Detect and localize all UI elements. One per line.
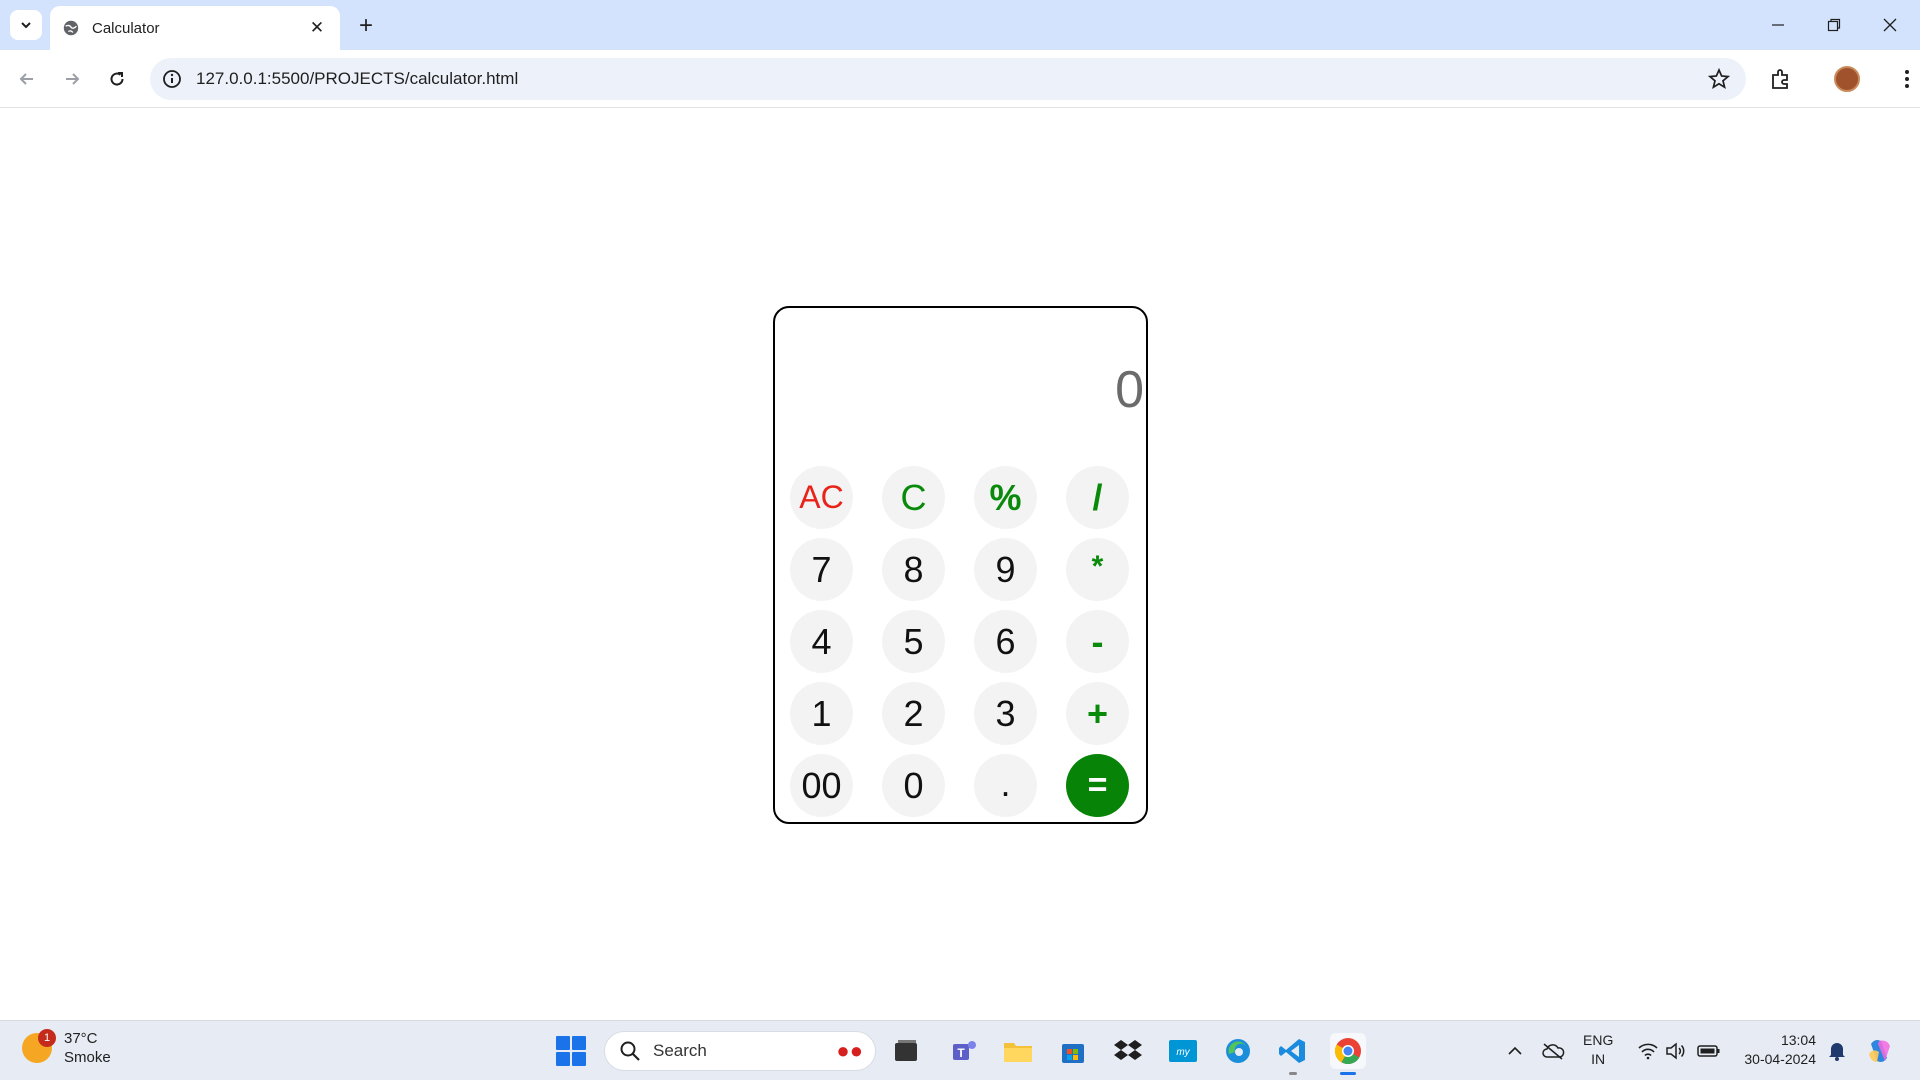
forward-button[interactable] xyxy=(55,62,89,96)
volume-icon[interactable] xyxy=(1662,1021,1690,1081)
windows-start-icon[interactable] xyxy=(556,1036,586,1066)
taskbar-search[interactable]: Search ●● xyxy=(604,1031,876,1071)
url-text[interactable]: 127.0.0.1:5500/PROJECTS/calculator.html xyxy=(196,69,518,89)
profile-avatar[interactable] xyxy=(1834,66,1860,92)
reload-icon xyxy=(110,72,124,86)
globe-icon xyxy=(63,20,79,36)
onedrive-offline-icon[interactable] xyxy=(1538,1021,1568,1081)
back-button[interactable] xyxy=(10,62,44,96)
percent-button[interactable]: % xyxy=(974,466,1037,529)
strawberry-icon: ●● xyxy=(836,1038,863,1063)
microsoft-store-icon[interactable] xyxy=(1055,1033,1091,1069)
minimize-icon xyxy=(1772,24,1784,26)
myhp-icon[interactable]: my xyxy=(1165,1033,1201,1069)
site-info-icon[interactable] xyxy=(162,69,182,89)
clock-date: 30-04-2024 xyxy=(1744,1051,1816,1067)
tab-title: Calculator xyxy=(92,19,160,37)
bookmark-star-icon[interactable] xyxy=(1708,68,1730,90)
windows-taskbar: 1 37°C Smoke Search ●● T my ENG IN 13:04… xyxy=(0,1020,1920,1080)
minus-button[interactable]: - xyxy=(1066,610,1129,673)
digit-2-button[interactable]: 2 xyxy=(882,682,945,745)
divide-button[interactable]: / xyxy=(1066,466,1129,529)
digit-8-button[interactable]: 8 xyxy=(882,538,945,601)
browser-toolbar: 127.0.0.1:5500/PROJECTS/calculator.html xyxy=(0,50,1920,108)
digit-7-button[interactable]: 7 xyxy=(790,538,853,601)
decimal-point-button[interactable]: . xyxy=(974,754,1037,817)
weather-temperature: 37°C xyxy=(64,1030,98,1047)
svg-text:my: my xyxy=(1176,1047,1190,1058)
double-zero-button[interactable]: 00 xyxy=(790,754,853,817)
digit-3-button[interactable]: 3 xyxy=(974,682,1037,745)
restore-button[interactable] xyxy=(1806,0,1862,50)
region-code: IN xyxy=(1591,1051,1606,1067)
chrome-icon[interactable] xyxy=(1330,1033,1366,1075)
svg-text:T: T xyxy=(957,1046,965,1060)
tab-search-button[interactable] xyxy=(10,10,42,40)
browser-tab[interactable]: Calculator ✕ xyxy=(50,6,340,50)
digit-5-button[interactable]: 5 xyxy=(882,610,945,673)
wifi-icon[interactable] xyxy=(1634,1021,1662,1081)
language-code: ENG xyxy=(1583,1032,1614,1048)
arrow-left-icon xyxy=(19,73,33,85)
notification-bell-icon[interactable] xyxy=(1822,1021,1852,1081)
notification-badge: 1 xyxy=(38,1029,56,1047)
search-label: Search xyxy=(653,1041,707,1060)
weather-widget[interactable]: 1 37°C Smoke xyxy=(22,1029,111,1067)
multiply-button[interactable]: * xyxy=(1066,538,1129,601)
file-explorer-icon[interactable] xyxy=(1000,1033,1036,1069)
calculator-display: 0 xyxy=(1115,361,1144,419)
digit-0-button[interactable]: 0 xyxy=(882,754,945,817)
vscode-icon[interactable] xyxy=(1275,1033,1311,1075)
dropbox-icon[interactable] xyxy=(1110,1033,1146,1069)
close-icon xyxy=(1883,18,1897,32)
more-vertical-icon xyxy=(1905,70,1909,88)
system-clock[interactable]: 13:04 30-04-2024 xyxy=(1736,1031,1816,1069)
arrow-right-icon xyxy=(66,73,80,85)
minimize-button[interactable] xyxy=(1750,0,1806,50)
weather-description: Smoke xyxy=(64,1049,111,1066)
browser-menu-button[interactable] xyxy=(1892,64,1920,94)
edge-icon[interactable] xyxy=(1220,1033,1256,1069)
extensions-button[interactable] xyxy=(1766,64,1796,94)
new-tab-button[interactable]: + xyxy=(352,12,380,40)
chevron-down-icon xyxy=(21,22,31,29)
clear-all-button[interactable]: AC xyxy=(790,466,853,529)
digit-4-button[interactable]: 4 xyxy=(790,610,853,673)
digit-6-button[interactable]: 6 xyxy=(974,610,1037,673)
show-hidden-icons-chevron-up-icon[interactable] xyxy=(1500,1021,1530,1081)
address-bar[interactable]: 127.0.0.1:5500/PROJECTS/calculator.html xyxy=(150,58,1746,100)
digit-1-button[interactable]: 1 xyxy=(790,682,853,745)
calculator: 0 AC C % / 7 8 9 * 4 5 6 - 1 2 3 + 00 0 … xyxy=(773,306,1148,824)
clock-time: 13:04 xyxy=(1780,1032,1816,1048)
search-icon xyxy=(620,1041,640,1061)
clear-button[interactable]: C xyxy=(882,466,945,529)
reload-button[interactable] xyxy=(100,62,134,96)
battery-icon[interactable] xyxy=(1694,1021,1724,1081)
plus-button[interactable]: + xyxy=(1066,682,1129,745)
equals-button[interactable]: = xyxy=(1066,754,1129,817)
tab-close-icon[interactable]: ✕ xyxy=(306,18,328,38)
puzzle-icon xyxy=(1772,69,1788,89)
close-window-button[interactable] xyxy=(1862,0,1918,50)
browser-tab-strip: Calculator ✕ + xyxy=(0,0,1920,50)
weather-haze-icon: 1 xyxy=(22,1029,56,1063)
input-language-indicator[interactable]: ENG IN xyxy=(1583,1031,1613,1069)
teams-icon[interactable]: T xyxy=(946,1033,982,1069)
copilot-icon[interactable] xyxy=(1862,1021,1898,1081)
task-view-icon[interactable] xyxy=(888,1033,924,1069)
digit-9-button[interactable]: 9 xyxy=(974,538,1037,601)
restore-icon xyxy=(1827,18,1841,32)
